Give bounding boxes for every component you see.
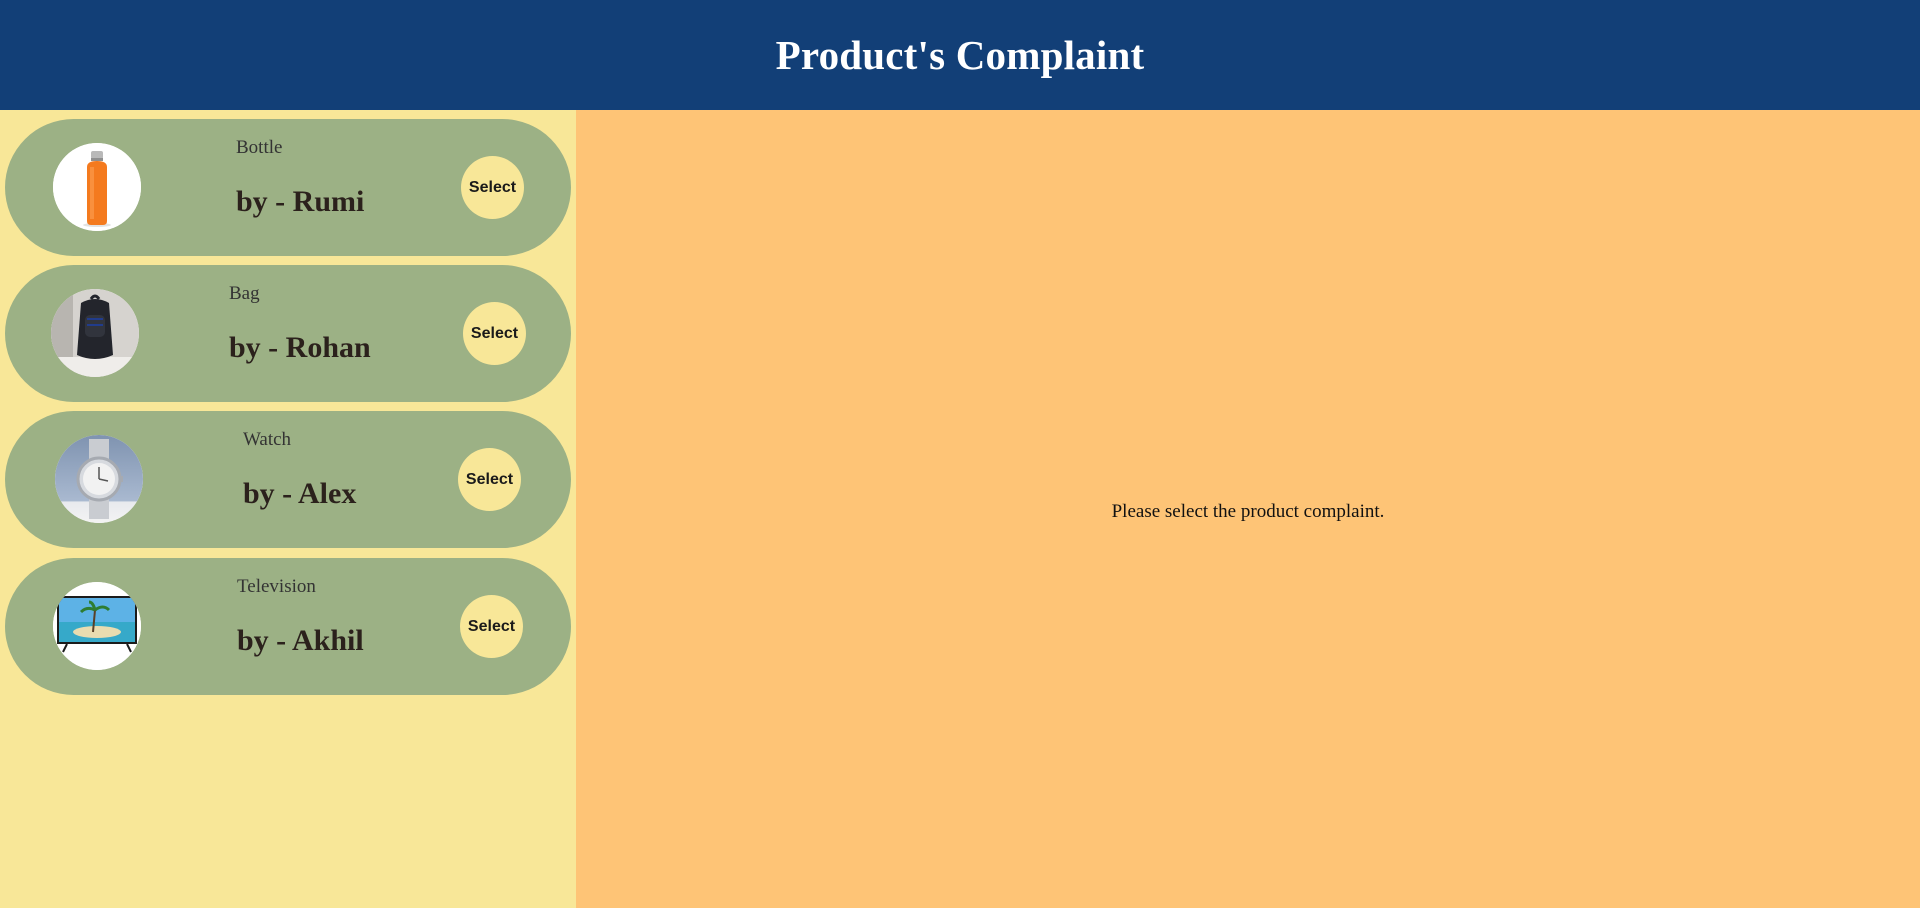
- product-card-television: Television by - Akhil Select: [5, 558, 571, 695]
- select-button[interactable]: Select: [463, 302, 526, 365]
- product-author: by - Akhil: [237, 624, 364, 657]
- product-card-watch: Watch by - Alex Select: [5, 411, 571, 548]
- watch-image: [55, 435, 143, 523]
- page-title: Product's Complaint: [775, 32, 1145, 78]
- select-button[interactable]: Select: [461, 156, 524, 219]
- empty-state-message: Please select the product complaint.: [1111, 501, 1385, 522]
- select-button[interactable]: Select: [458, 448, 521, 511]
- product-list: Bottle by - Rumi Select Bag by - Rohan S…: [0, 110, 576, 908]
- backpack-image: [51, 289, 139, 377]
- product-name: Bag: [229, 283, 260, 304]
- bottle-image: [53, 143, 141, 231]
- app-header: Product's Complaint: [0, 0, 1920, 110]
- complaint-detail-panel: Please select the product complaint.: [576, 110, 1920, 908]
- select-button[interactable]: Select: [460, 595, 523, 658]
- product-card-bottle: Bottle by - Rumi Select: [5, 119, 571, 256]
- product-author: by - Alex: [243, 477, 357, 510]
- product-name: Watch: [243, 429, 292, 450]
- product-author: by - Rumi: [236, 185, 365, 218]
- product-author: by - Rohan: [229, 331, 371, 364]
- product-name: Television: [237, 576, 316, 597]
- television-image: [53, 582, 141, 670]
- product-card-bag: Bag by - Rohan Select: [5, 265, 571, 402]
- product-name: Bottle: [236, 137, 283, 158]
